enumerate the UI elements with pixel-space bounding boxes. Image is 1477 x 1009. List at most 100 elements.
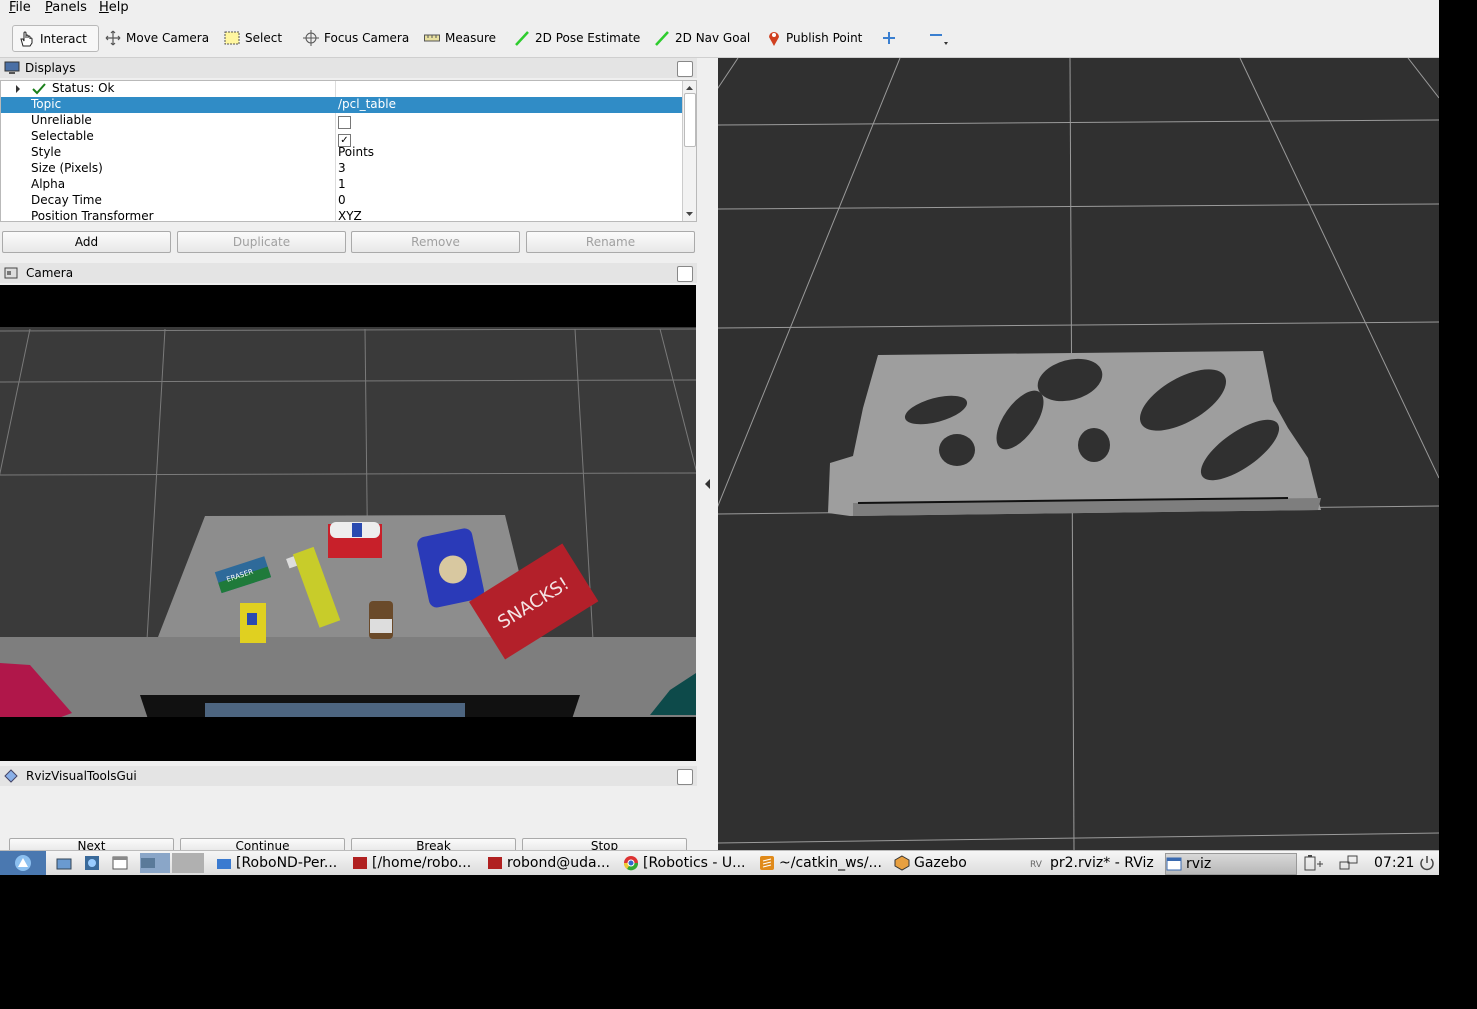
taskbar: [RoboND-Per... [/home/robo... robond@uda… [0, 850, 1439, 875]
displays-undock-checkbox[interactable] [677, 61, 693, 77]
property-value[interactable]: Points [338, 145, 374, 159]
remove-display-button[interactable]: Remove [351, 231, 520, 253]
task-home-terminal[interactable]: [/home/robo... [352, 853, 482, 873]
add-tool-button[interactable] [882, 25, 896, 50]
property-scrollbar[interactable] [682, 81, 696, 221]
property-row-topic[interactable]: Topic /pcl_table [1, 97, 682, 113]
status-label: Status: Ok [52, 81, 115, 95]
focus-camera-tool-button[interactable]: Focus Camera [303, 25, 409, 50]
yellow-item-label [247, 613, 257, 625]
scroll-up-icon[interactable] [683, 83, 696, 93]
property-value[interactable]: 3 [338, 161, 346, 175]
nav-goal-tool-button[interactable]: 2D Nav Goal [654, 25, 750, 50]
select-box-icon [224, 31, 240, 44]
property-row-selectable[interactable]: Selectable ✓ [1, 129, 682, 147]
monitor-icon [4, 61, 20, 74]
task-rviz-active[interactable]: rviz [1165, 853, 1297, 875]
task-chrome-robotics[interactable]: [Robotics - U... [623, 853, 753, 873]
rviz-icon: RV [1030, 860, 1043, 870]
diamond-icon [4, 769, 18, 783]
workspace-2[interactable] [172, 853, 204, 873]
scrollbar-thumb[interactable] [684, 93, 696, 147]
property-key: Position Transformer [31, 209, 154, 222]
measure-tool-button[interactable]: Measure [424, 25, 496, 50]
checkbox-box[interactable] [338, 116, 351, 129]
render-3d-view[interactable] [718, 58, 1439, 850]
scroll-down-icon[interactable] [683, 209, 696, 219]
duplicate-display-button[interactable]: Duplicate [177, 231, 346, 253]
task-label: robond@uda... [507, 855, 610, 871]
property-key: Unreliable [31, 113, 92, 127]
workspace-1[interactable] [140, 853, 170, 873]
task-label: [RoboND-Per... [236, 855, 338, 871]
menu-panels[interactable]: Panels [45, 0, 87, 15]
task-robond-terminal[interactable]: robond@uda... [487, 853, 617, 873]
task-label: [Robotics - U... [643, 855, 746, 871]
property-row-position-transformer[interactable]: Position Transformer XYZ [1, 209, 682, 222]
network-indicator[interactable] [1338, 853, 1360, 873]
dock-splitter[interactable] [697, 58, 718, 850]
chrome-icon [623, 856, 639, 871]
selectable-checkbox[interactable]: ✓ [338, 130, 351, 147]
rename-display-button[interactable]: Rename [526, 231, 695, 253]
task-pr2-rviz[interactable]: RV pr2.rviz* - RViz [1030, 853, 1160, 873]
menu-bar: File Panels Help [0, 0, 1439, 17]
hand-pointer-icon [20, 31, 33, 46]
remove-tool-button[interactable] [928, 25, 950, 50]
expand-arrow-icon[interactable] [13, 84, 23, 94]
clock[interactable]: 07:21 [1374, 853, 1414, 873]
property-value[interactable]: XYZ [338, 209, 362, 221]
property-row-style[interactable]: Style Points [1, 145, 682, 161]
sublime-icon [760, 856, 774, 870]
task-sublime-catkin[interactable]: ~/catkin_ws/... [759, 853, 889, 873]
property-row-decay-time[interactable]: Decay Time 0 [1, 193, 682, 209]
property-key: Topic [31, 97, 62, 111]
table-drawer [205, 703, 465, 717]
camera-image-view[interactable]: ERASER SNACKS! [0, 285, 696, 761]
pose-estimate-tool-button[interactable]: 2D Pose Estimate [514, 25, 640, 50]
task-robond-perception[interactable]: [RoboND-Per... [216, 853, 346, 873]
camera-scene: ERASER SNACKS! [0, 285, 696, 761]
map-pin-icon [769, 31, 779, 46]
menu-file[interactable]: File [9, 0, 31, 15]
property-row-alpha[interactable]: Alpha 1 [1, 177, 682, 193]
interact-label: Interact [40, 31, 87, 46]
focus-crosshair-icon [303, 29, 319, 46]
rviz-icon [141, 858, 155, 868]
select-tool-button[interactable]: Select [224, 25, 282, 50]
property-key: Decay Time [31, 193, 102, 207]
publish-point-tool-button[interactable]: Publish Point [767, 25, 862, 50]
property-value[interactable]: /pcl_table [338, 97, 396, 111]
window-launcher[interactable] [112, 853, 128, 873]
plus-icon [883, 31, 895, 44]
unreliable-checkbox[interactable] [338, 114, 351, 130]
move-camera-tool-button[interactable]: Move Camera [105, 25, 209, 50]
rviz-visual-tools-undock-checkbox[interactable] [677, 769, 693, 785]
property-key: Size (Pixels) [31, 161, 103, 175]
file-manager-launcher[interactable] [56, 853, 72, 873]
task-label: [/home/robo... [372, 855, 472, 871]
interact-tool-button[interactable]: Interact [12, 25, 99, 52]
property-key: Selectable [31, 129, 94, 143]
menu-help[interactable]: Help [99, 0, 129, 15]
property-key: Style [31, 145, 62, 159]
publish-point-label: Publish Point [786, 30, 863, 45]
collapse-arrow-icon[interactable] [703, 478, 713, 490]
task-gazebo[interactable]: Gazebo [894, 853, 1024, 873]
property-value[interactable]: 1 [338, 177, 346, 191]
camera-undock-checkbox[interactable] [677, 266, 693, 282]
battery-indicator[interactable] [1303, 853, 1325, 873]
property-value[interactable]: 0 [338, 193, 346, 207]
start-menu-button[interactable] [0, 851, 46, 875]
power-button[interactable] [1418, 853, 1436, 873]
green-arrow-icon [655, 30, 669, 46]
property-row-unreliable[interactable]: Unreliable [1, 113, 682, 129]
network-icon [85, 856, 99, 870]
add-display-button[interactable]: Add [2, 231, 171, 253]
property-row-size[interactable]: Size (Pixels) 3 [1, 161, 682, 177]
status-row[interactable]: Status: Ok [1, 81, 682, 97]
terminal-launcher[interactable] [84, 853, 100, 873]
toolbar: Interact Move Camera Select Focus Camera… [0, 17, 1439, 58]
gazebo-icon [894, 855, 910, 871]
camera-title: Camera [26, 266, 74, 280]
